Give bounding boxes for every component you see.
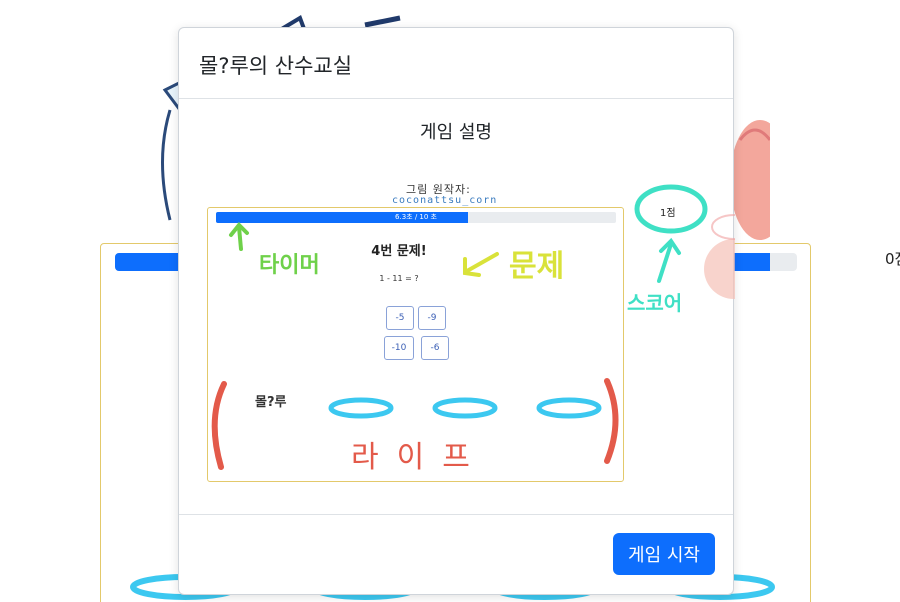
annotation-timer: 타이머 [259,253,320,278]
preview-answer-button: -10 [384,336,414,360]
score-display: 0점 [885,250,900,268]
modal-header: 몰?루의 산수교실 [179,28,733,99]
preview-timer-text: 6.3초 / 10 초 [395,213,437,221]
preview-timer-bar: 6.3초 / 10 초 [216,212,616,223]
preview-answer-button: -5 [386,306,414,330]
start-game-button[interactable]: 게임 시작 [613,533,715,575]
annotation-question: 문제 [509,249,565,284]
preview-answer-button: -9 [418,306,446,330]
instructions-illustration: ?? 그림 원작자: coconattsu_corn 6.3초 / 10 초 4… [179,99,735,515]
preview-answer-button: -6 [421,336,449,360]
modal-footer: 게임 시작 [179,515,733,595]
preview-score-text: 1점 [660,208,676,219]
instructions-modal: 몰?루의 산수교실 게임 설명 그림 원작자: coconattsu_corn … [178,27,735,595]
annotation-character: 몰?루 [255,395,287,410]
credit-name: coconattsu_corn [392,195,498,206]
modal-title: 몰?루의 산수교실 [199,54,353,78]
modal-body: 게임 설명 그림 원작자: coconattsu_corn 6.3초 / 10 … [179,99,735,515]
annotation-score: 스코어 [627,291,683,315]
annotation-life: 라이프 [351,440,488,475]
